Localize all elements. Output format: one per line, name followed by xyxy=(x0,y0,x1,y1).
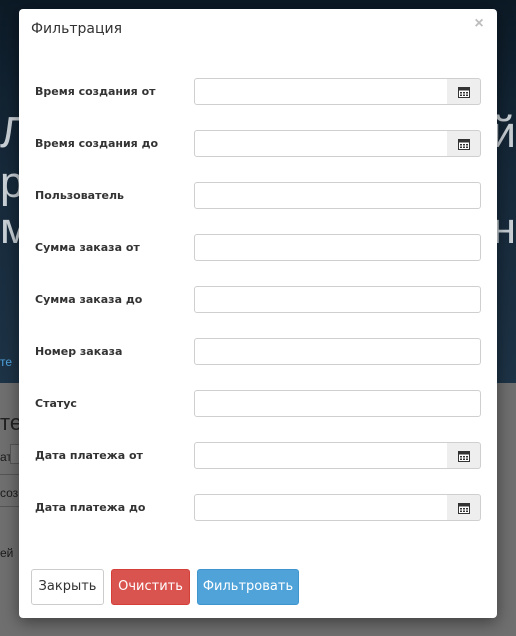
field-created-to: Время создания до xyxy=(19,130,497,157)
field-payment-from: Дата платежа от xyxy=(19,442,497,469)
field-label: Сумма заказа до xyxy=(35,293,143,306)
calendar-icon xyxy=(458,451,470,462)
page-text: ей xyxy=(0,546,14,560)
page-text: соз xyxy=(0,486,19,500)
close-icon[interactable]: × xyxy=(471,15,487,33)
order-number-input[interactable] xyxy=(194,338,481,365)
modal-title: Фильтрация xyxy=(31,21,123,37)
status-input[interactable] xyxy=(194,390,481,417)
calendar-icon xyxy=(458,87,470,98)
field-user: Пользователь xyxy=(19,182,497,209)
field-payment-to: Дата платежа до xyxy=(19,494,497,521)
field-label: Сумма заказа от xyxy=(35,241,140,254)
clear-button[interactable]: Очистить xyxy=(111,569,190,605)
hero-link: те xyxy=(0,355,13,369)
amount-to-input[interactable] xyxy=(194,286,481,313)
calendar-icon xyxy=(458,139,470,150)
field-label: Дата платежа от xyxy=(35,449,143,462)
calendar-button[interactable] xyxy=(447,494,481,521)
calendar-button[interactable] xyxy=(447,442,481,469)
field-label: Дата платежа до xyxy=(35,501,146,514)
payment-from-input[interactable] xyxy=(194,442,448,469)
field-label: Номер заказа xyxy=(35,345,123,358)
divider xyxy=(0,506,20,507)
amount-from-input[interactable] xyxy=(194,234,481,261)
user-input[interactable] xyxy=(194,182,481,209)
field-order-number: Номер заказа xyxy=(19,338,497,365)
field-status: Статус xyxy=(19,390,497,417)
close-button[interactable]: Закрыть xyxy=(31,569,104,605)
calendar-button[interactable] xyxy=(447,78,481,105)
field-label: Статус xyxy=(35,397,77,410)
calendar-button[interactable] xyxy=(447,130,481,157)
field-amount-from: Сумма заказа от xyxy=(19,234,497,261)
filter-modal: Фильтрация × Время создания от Время соз… xyxy=(19,9,497,618)
calendar-icon xyxy=(458,503,470,514)
field-label: Время создания до xyxy=(35,137,159,150)
created-from-input[interactable] xyxy=(194,78,448,105)
field-created-from: Время создания от xyxy=(19,78,497,105)
created-to-input[interactable] xyxy=(194,130,448,157)
modal-footer: Закрыть Очистить Фильтровать xyxy=(19,569,497,609)
field-label: Пользователь xyxy=(35,189,124,202)
filter-button[interactable]: Фильтровать xyxy=(197,569,299,605)
field-amount-to: Сумма заказа до xyxy=(19,286,497,313)
payment-to-input[interactable] xyxy=(194,494,448,521)
modal-header: Фильтрация × xyxy=(19,9,497,51)
field-label: Время создания от xyxy=(35,85,156,98)
divider xyxy=(0,474,20,475)
